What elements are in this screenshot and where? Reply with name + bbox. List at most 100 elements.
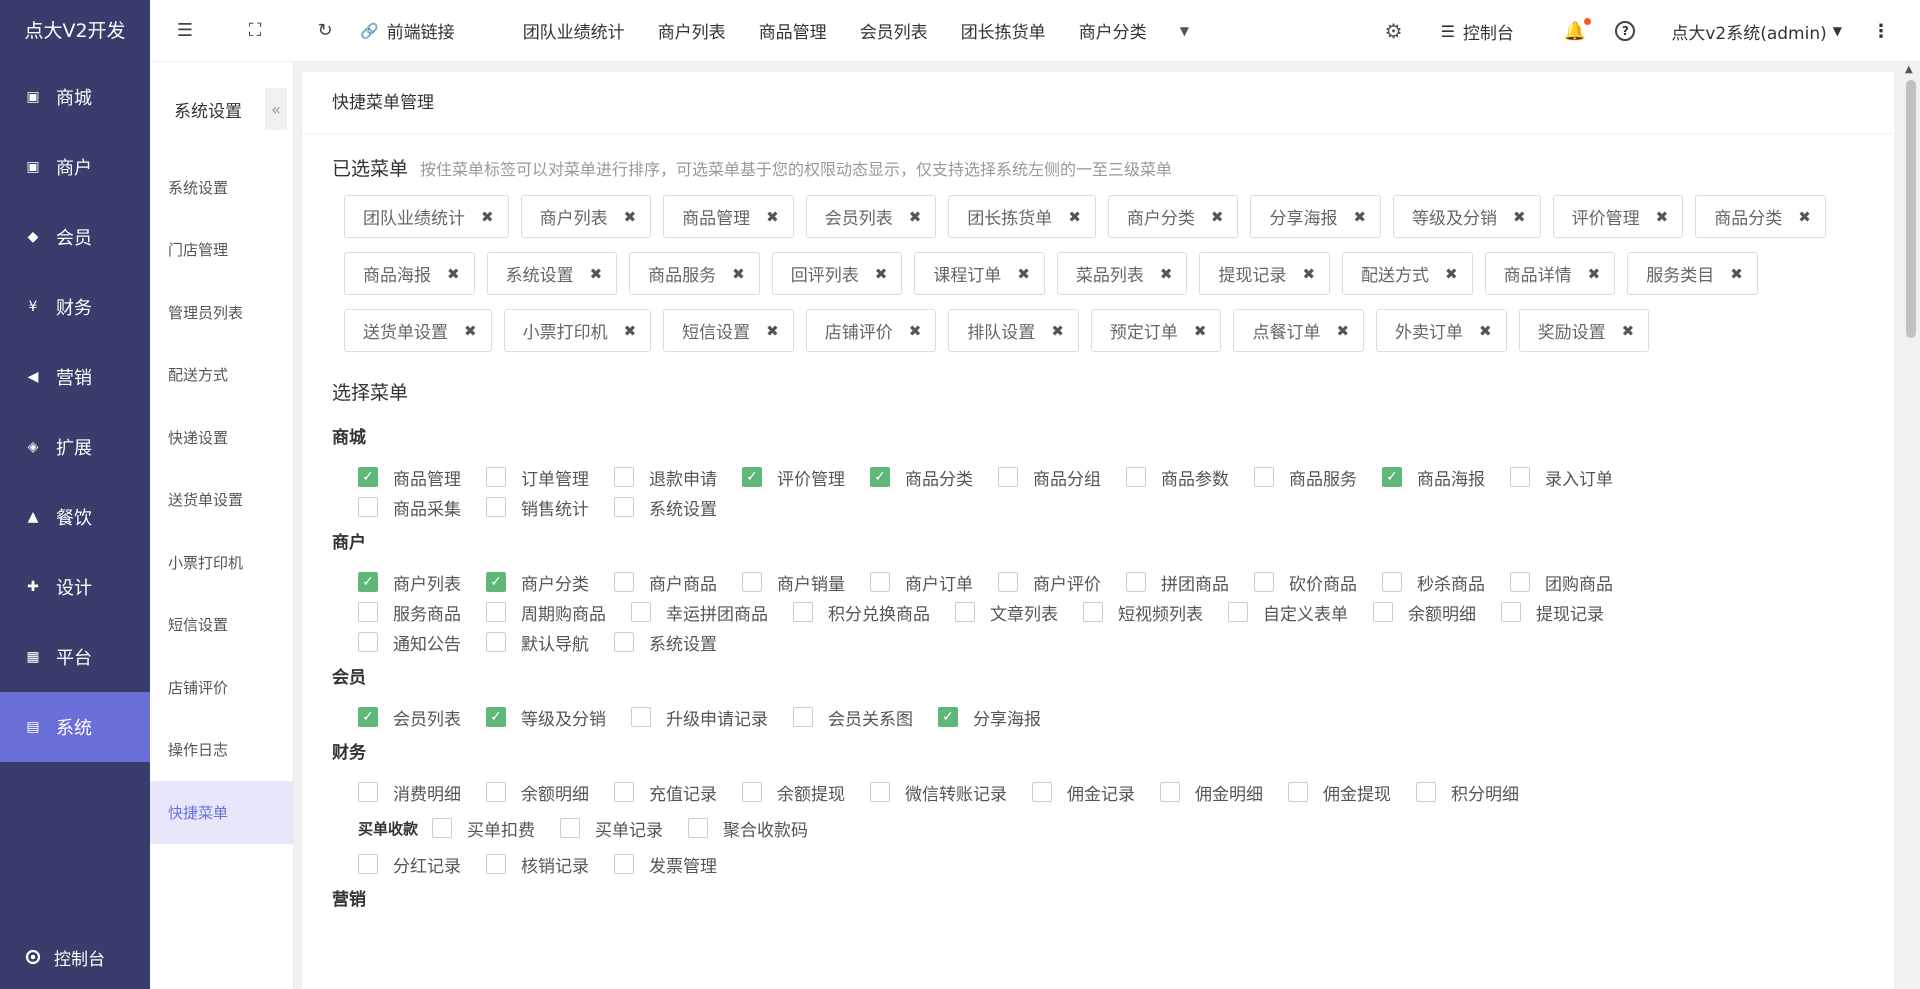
menu-option-checkbox[interactable]: 发票管理 <box>614 849 717 879</box>
checkbox-icon[interactable] <box>1032 782 1052 802</box>
nav-item-9[interactable]: ▤ 系统 <box>0 692 150 762</box>
user-menu[interactable]: 点大v2系统(admin) ▼ <box>1671 19 1842 44</box>
selected-chip[interactable]: 小票打印机 ✖ <box>503 309 652 352</box>
close-icon[interactable]: ✖ <box>1336 322 1349 340</box>
selected-chip[interactable]: 送货单设置 ✖ <box>344 309 492 352</box>
menu-option-checkbox[interactable]: 砍价商品 <box>1254 567 1357 597</box>
menu-option-checkbox[interactable]: 拼团商品 <box>1126 567 1229 597</box>
nav-item-0[interactable]: ▣ 商城 <box>0 62 150 132</box>
menu-option-checkbox[interactable]: 商品服务 <box>1254 462 1357 492</box>
checkbox-icon[interactable] <box>1501 602 1521 622</box>
checkbox-checked-icon[interactable]: ✓ <box>486 572 506 592</box>
selected-chip[interactable]: 商户分类 ✖ <box>1107 195 1239 238</box>
checkbox-icon[interactable] <box>486 854 506 874</box>
menu-option-checkbox[interactable]: 商品采集 <box>358 492 461 522</box>
checkbox-icon[interactable] <box>1510 467 1530 487</box>
top-quick-link[interactable]: 团长拣货单 <box>961 18 1046 43</box>
checkbox-checked-icon[interactable]: ✓ <box>1382 467 1402 487</box>
menu-option-checkbox[interactable]: 核销记录 <box>486 849 589 879</box>
collapse-double-chevron-icon[interactable]: « <box>265 88 287 130</box>
menu-option-checkbox[interactable]: 余额明细 <box>486 777 589 807</box>
menu-option-checkbox[interactable]: 短视频列表 <box>1083 597 1203 627</box>
menu-option-checkbox[interactable]: 余额提现 <box>742 777 845 807</box>
checkbox-icon[interactable] <box>631 602 651 622</box>
checkbox-icon[interactable] <box>1510 572 1530 592</box>
checkbox-icon[interactable] <box>1416 782 1436 802</box>
nav-item-3[interactable]: ¥ 财务 <box>0 272 150 342</box>
menu-option-checkbox[interactable]: 通知公告 <box>358 627 461 657</box>
checkbox-icon[interactable] <box>358 602 378 622</box>
close-icon[interactable]: ✖ <box>624 322 637 340</box>
frontend-link[interactable]: 🔗 前端链接 <box>360 18 455 44</box>
menu-option-checkbox[interactable]: 分红记录 <box>358 849 461 879</box>
checkbox-checked-icon[interactable]: ✓ <box>870 467 890 487</box>
selected-chip[interactable]: 会员列表 ✖ <box>805 195 937 238</box>
menu-option-checkbox[interactable]: 团购商品 <box>1510 567 1613 597</box>
close-icon[interactable]: ✖ <box>1622 322 1635 340</box>
checkbox-icon[interactable] <box>614 572 634 592</box>
menu-option-checkbox[interactable]: 会员关系图 <box>793 702 913 732</box>
selected-chip[interactable]: 商品分类 ✖ <box>1695 195 1826 238</box>
submenu-item[interactable]: 管理员列表 <box>150 281 293 344</box>
top-quick-link[interactable]: 商户分类 <box>1079 18 1147 43</box>
menu-option-checkbox[interactable]: 商户订单 <box>870 567 973 597</box>
selected-chip[interactable]: 外卖订单 ✖ <box>1376 309 1507 352</box>
checkbox-icon[interactable] <box>1288 782 1308 802</box>
checkbox-icon[interactable] <box>358 497 378 517</box>
checkbox-icon[interactable] <box>614 467 634 487</box>
close-icon[interactable]: ✖ <box>1194 322 1207 340</box>
nav-item-1[interactable]: ▣ 商户 <box>0 132 150 202</box>
submenu-item[interactable]: 配送方式 <box>150 344 293 407</box>
menu-option-checkbox[interactable]: ✓ 评价管理 <box>742 462 845 492</box>
close-icon[interactable]: ✖ <box>1479 322 1492 340</box>
nav-item-6[interactable]: ▲ 餐饮 <box>0 482 150 552</box>
menu-option-checkbox[interactable]: 提现记录 <box>1501 597 1604 627</box>
menu-option-checkbox[interactable]: 商户评价 <box>998 567 1101 597</box>
nav-item-4[interactable]: ◀ 营销 <box>0 342 150 412</box>
checkbox-icon[interactable] <box>742 572 762 592</box>
menu-option-checkbox[interactable]: 聚合收款码 <box>688 813 808 843</box>
selected-chip[interactable]: 服务类目 ✖ <box>1627 252 1758 295</box>
menu-option-checkbox[interactable]: 服务商品 <box>358 597 461 627</box>
top-quick-link[interactable]: 商户列表 <box>658 18 726 43</box>
menu-option-checkbox[interactable]: 订单管理 <box>486 462 589 492</box>
close-icon[interactable]: ✖ <box>875 265 888 283</box>
selected-chip[interactable]: 团长拣货单 ✖ <box>948 195 1096 238</box>
close-icon[interactable]: ✖ <box>766 208 779 226</box>
selected-chip[interactable]: 提现记录 ✖ <box>1199 252 1331 295</box>
menu-option-checkbox[interactable]: 积分兑换商品 <box>793 597 930 627</box>
checkbox-icon[interactable] <box>486 467 506 487</box>
menu-option-checkbox[interactable]: 商户销量 <box>742 567 845 597</box>
checkbox-icon[interactable] <box>358 632 378 652</box>
checkbox-checked-icon[interactable]: ✓ <box>742 467 762 487</box>
close-icon[interactable]: ✖ <box>1445 265 1458 283</box>
selected-chip[interactable]: 团队业绩统计 ✖ <box>344 195 509 238</box>
checkbox-icon[interactable] <box>486 602 506 622</box>
menu-option-checkbox[interactable]: 佣金记录 <box>1032 777 1135 807</box>
selected-chip[interactable]: 课程订单 ✖ <box>914 252 1045 295</box>
top-quick-link[interactable]: 团队业绩统计 <box>523 18 625 43</box>
refresh-icon[interactable]: ↻ <box>290 20 360 41</box>
checkbox-icon[interactable] <box>614 632 634 652</box>
checkbox-checked-icon[interactable]: ✓ <box>938 707 958 727</box>
nav-console[interactable]: 控制台 <box>0 933 150 981</box>
checkbox-icon[interactable] <box>998 467 1018 487</box>
menu-option-checkbox[interactable]: 销售统计 <box>486 492 589 522</box>
selected-chip[interactable]: 排队设置 ✖ <box>948 309 1079 352</box>
checkbox-icon[interactable] <box>742 782 762 802</box>
checkbox-icon[interactable] <box>358 854 378 874</box>
scroll-thumb[interactable] <box>1906 80 1916 338</box>
close-icon[interactable]: ✖ <box>766 322 779 340</box>
checkbox-icon[interactable] <box>631 707 651 727</box>
submenu-item[interactable]: 店铺评价 <box>150 656 293 719</box>
selected-chip[interactable]: 预定订单 ✖ <box>1090 309 1222 352</box>
menu-option-checkbox[interactable]: ✓ 商品分类 <box>870 462 973 492</box>
menu-option-checkbox[interactable]: 买单记录 <box>560 813 663 843</box>
selected-chip[interactable]: 回评列表 ✖ <box>771 252 903 295</box>
checkbox-icon[interactable] <box>870 572 890 592</box>
submenu-item[interactable]: 系统设置 <box>150 156 293 219</box>
menu-option-checkbox[interactable]: 佣金明细 <box>1160 777 1263 807</box>
menu-option-checkbox[interactable]: 系统设置 <box>614 492 717 522</box>
close-icon[interactable]: ✖ <box>1211 208 1224 226</box>
checkbox-icon[interactable] <box>1083 602 1103 622</box>
